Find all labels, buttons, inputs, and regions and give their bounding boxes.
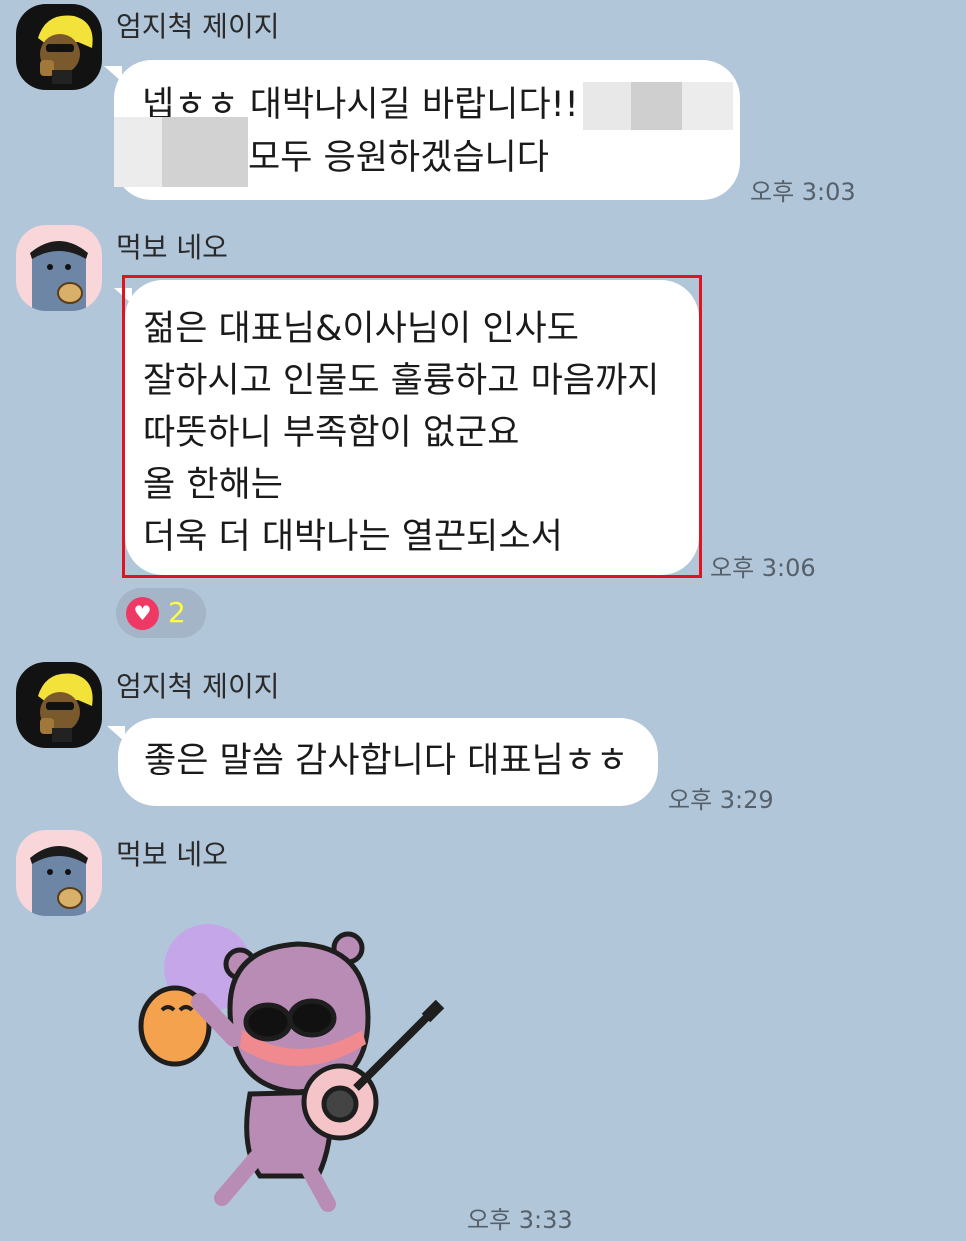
sender-name: 엄지척 제이지 <box>116 10 280 43</box>
message-text: 좋은 말씀 감사합니다 대표님ㅎㅎ <box>144 741 629 781</box>
message-text: 모두 응원하겠습니다 <box>248 138 549 178</box>
reaction-badge[interactable]: ♥ 2 <box>116 588 206 638</box>
message-line: 모두 응원하겠습니다 <box>114 117 740 187</box>
neo-profile-icon <box>16 830 102 916</box>
highlight-box <box>122 275 702 578</box>
jayg-profile-icon <box>16 4 102 90</box>
sender-name: 먹보 네오 <box>116 838 228 871</box>
message-bubble[interactable]: 넵ㅎㅎ 대박나시길 바랍니다!! 모두 응원하겠습니다 <box>114 60 740 200</box>
reaction-count: 2 <box>168 596 186 629</box>
neo-profile-icon <box>16 225 102 311</box>
jayg-profile-icon <box>16 662 102 748</box>
message-bubble[interactable]: 좋은 말씀 감사합니다 대표님ㅎㅎ <box>118 718 658 806</box>
avatar-neo[interactable] <box>16 830 102 916</box>
avatar-neo[interactable] <box>16 225 102 311</box>
sender-name: 엄지척 제이지 <box>116 670 280 703</box>
avatar-jayg[interactable] <box>16 4 102 90</box>
heart-icon: ♥ <box>126 597 159 630</box>
message-time: 오후 3:06 <box>710 554 816 582</box>
sender-name: 먹보 네오 <box>116 231 228 264</box>
avatar-jayg[interactable] <box>16 662 102 748</box>
blurred-text <box>114 117 248 187</box>
blurred-text <box>582 82 733 130</box>
guitar-sticker-icon[interactable] <box>130 918 450 1218</box>
message-time: 오후 3:29 <box>668 786 774 814</box>
message-time: 오후 3:33 <box>467 1206 573 1234</box>
message-time: 오후 3:03 <box>750 178 856 206</box>
